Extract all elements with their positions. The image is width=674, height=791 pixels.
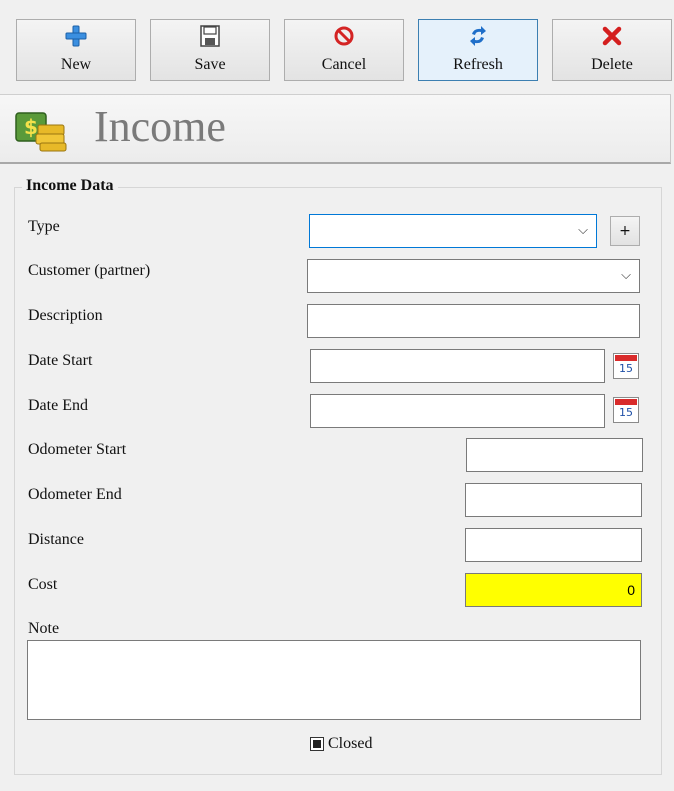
cancel-button[interactable]: Cancel bbox=[284, 19, 404, 81]
delete-button[interactable]: Delete bbox=[552, 19, 672, 81]
type-dropdown[interactable]: ⌵ bbox=[309, 214, 597, 248]
closed-label: Closed bbox=[328, 735, 373, 752]
delete-button-label: Delete bbox=[591, 56, 633, 73]
chevron-down-icon: ⌵ bbox=[578, 223, 588, 238]
new-button[interactable]: New bbox=[16, 19, 136, 81]
page-header: $ Income bbox=[0, 94, 671, 164]
cost-value: 0 bbox=[627, 582, 635, 598]
customer-dropdown[interactable]: ⌵ bbox=[307, 259, 640, 293]
note-label: Note bbox=[28, 620, 60, 637]
income-window: New Save Cancel Refresh Delete $ Income … bbox=[0, 0, 674, 791]
checkbox-icon[interactable] bbox=[310, 737, 324, 751]
money-icon: $ bbox=[14, 107, 72, 153]
type-label: Type bbox=[28, 218, 60, 235]
odometer-end-label: Odometer End bbox=[28, 486, 122, 503]
odometer-start-label: Odometer Start bbox=[28, 441, 127, 458]
description-input[interactable] bbox=[307, 304, 640, 338]
note-textarea[interactable] bbox=[27, 640, 641, 720]
page-title: Income bbox=[94, 102, 226, 151]
cost-label: Cost bbox=[28, 576, 58, 593]
refresh-button[interactable]: Refresh bbox=[418, 19, 538, 81]
new-button-label: New bbox=[60, 56, 92, 73]
delete-x-icon bbox=[553, 24, 671, 48]
cost-input[interactable]: 0 bbox=[465, 573, 642, 607]
chevron-down-icon: ⌵ bbox=[621, 268, 631, 283]
plus-icon bbox=[17, 24, 135, 48]
description-label: Description bbox=[28, 307, 103, 324]
refresh-icon bbox=[419, 24, 537, 48]
calendar-icon[interactable]: 15 bbox=[613, 397, 639, 423]
toolbar: New Save Cancel Refresh Delete bbox=[10, 8, 674, 88]
add-type-button[interactable]: + bbox=[610, 216, 640, 246]
date-end-input[interactable] bbox=[310, 394, 605, 428]
refresh-button-label: Refresh bbox=[453, 56, 503, 73]
odometer-start-input[interactable] bbox=[466, 438, 643, 472]
distance-label: Distance bbox=[28, 531, 84, 548]
date-start-input[interactable] bbox=[310, 349, 605, 383]
customer-label: Customer (partner) bbox=[28, 262, 151, 279]
group-title: Income Data bbox=[22, 177, 118, 195]
odometer-end-input[interactable] bbox=[465, 483, 642, 517]
date-end-label: Date End bbox=[28, 397, 88, 414]
distance-input[interactable] bbox=[465, 528, 642, 562]
closed-checkbox[interactable]: Closed bbox=[310, 735, 372, 753]
cancel-icon bbox=[285, 24, 403, 48]
date-start-label: Date Start bbox=[28, 352, 93, 369]
cancel-button-label: Cancel bbox=[321, 56, 367, 73]
calendar-icon[interactable]: 15 bbox=[613, 353, 639, 379]
floppy-disk-icon bbox=[151, 24, 269, 48]
save-button[interactable]: Save bbox=[150, 19, 270, 81]
save-button-label: Save bbox=[194, 56, 226, 73]
